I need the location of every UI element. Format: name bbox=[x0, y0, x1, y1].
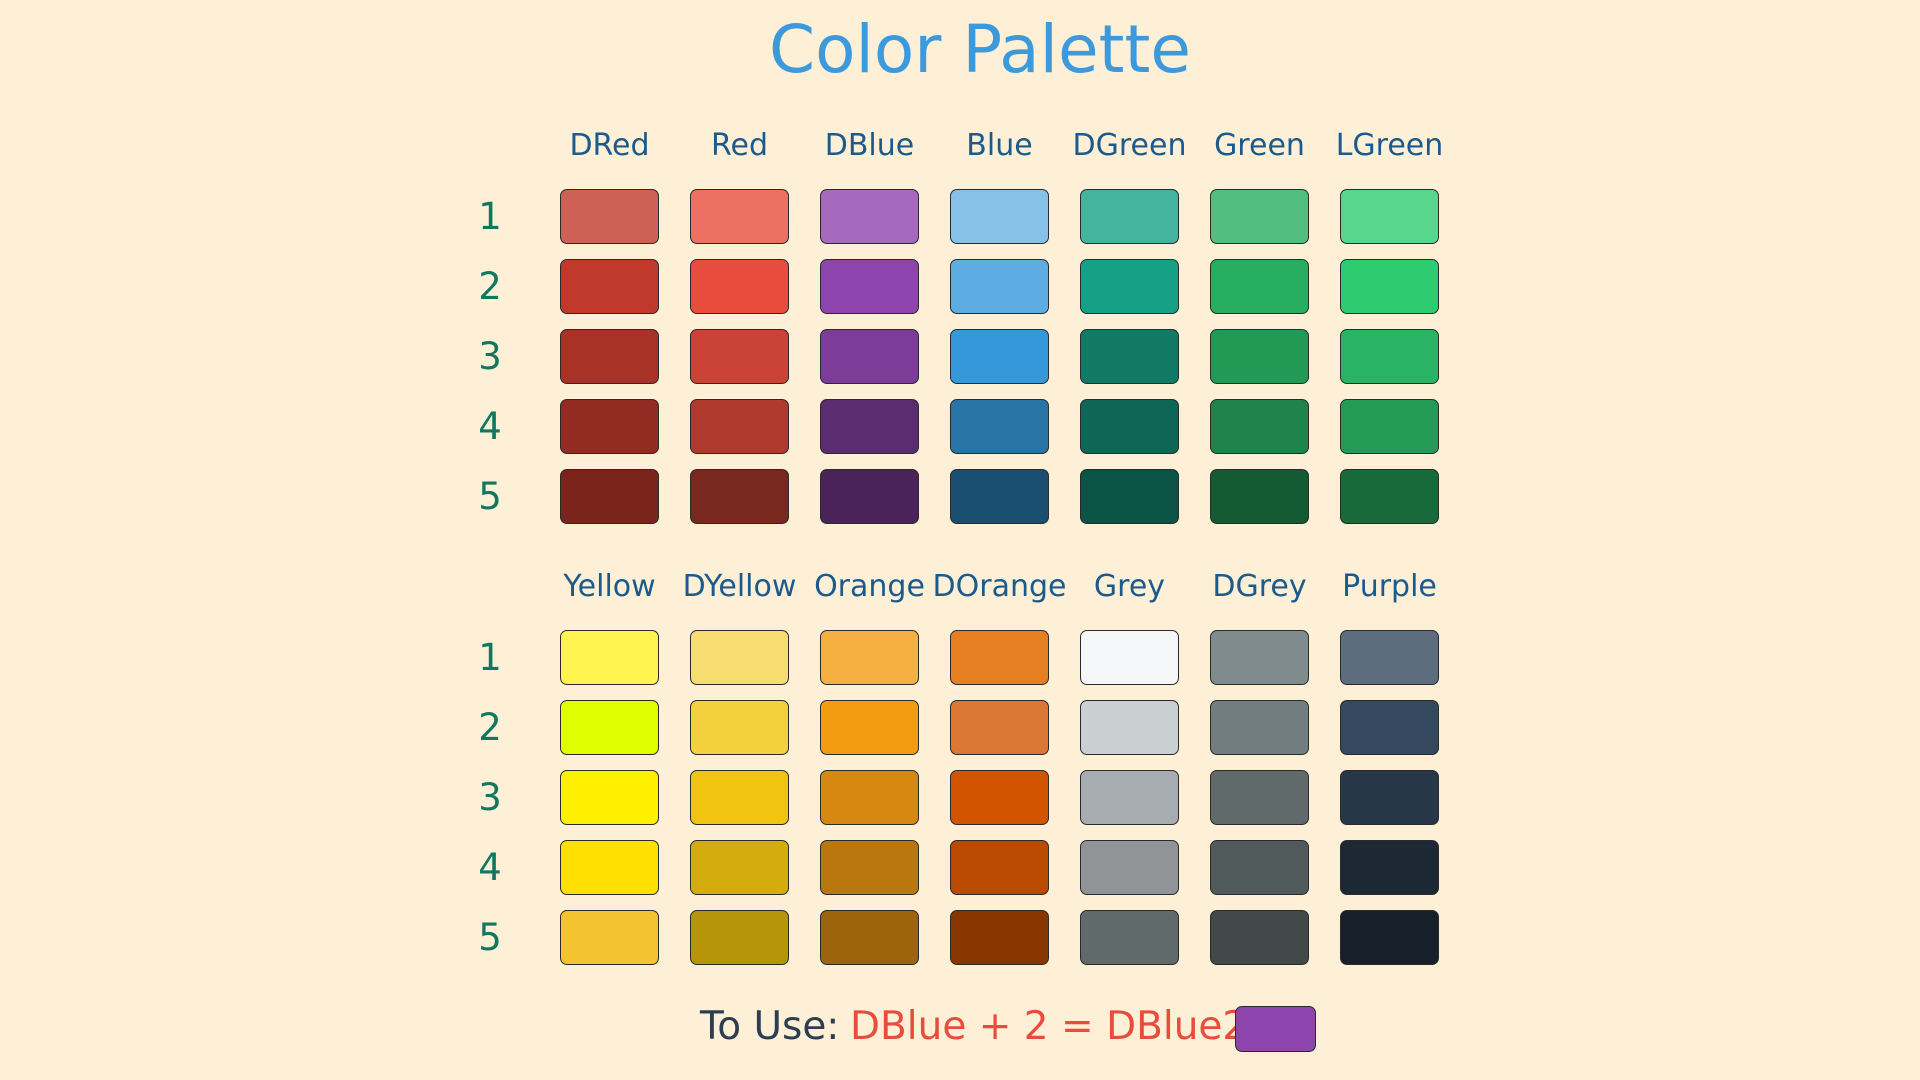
swatch-green-5[interactable] bbox=[1210, 469, 1309, 524]
swatch-dred-4[interactable] bbox=[560, 399, 659, 454]
row-label-2: 2 bbox=[478, 705, 502, 749]
swatch-dred-3[interactable] bbox=[560, 329, 659, 384]
swatch-purple-3[interactable] bbox=[1340, 770, 1439, 825]
swatch-purple-4[interactable] bbox=[1340, 840, 1439, 895]
swatch-purple-2[interactable] bbox=[1340, 700, 1439, 755]
column-header-yellow: Yellow bbox=[563, 569, 656, 604]
swatch-lgreen-5[interactable] bbox=[1340, 469, 1439, 524]
column-header-dyellow: DYellow bbox=[682, 569, 797, 604]
swatch-orange-4[interactable] bbox=[820, 840, 919, 895]
swatch-grey-5[interactable] bbox=[1080, 910, 1179, 965]
column-header-purple: Purple bbox=[1342, 569, 1437, 604]
swatch-red-5[interactable] bbox=[690, 469, 789, 524]
column-header-red: Red bbox=[711, 128, 768, 163]
column-header-blue: Blue bbox=[966, 128, 1033, 163]
column-header-lgreen: LGreen bbox=[1335, 128, 1444, 163]
swatch-dblue-3[interactable] bbox=[820, 329, 919, 384]
usage-expression: DBlue + 2 = DBlue2 bbox=[850, 1004, 1248, 1049]
swatch-dgrey-1[interactable] bbox=[1210, 630, 1309, 685]
swatch-dorange-5[interactable] bbox=[950, 910, 1049, 965]
swatch-green-3[interactable] bbox=[1210, 329, 1309, 384]
swatch-purple-1[interactable] bbox=[1340, 630, 1439, 685]
swatch-green-2[interactable] bbox=[1210, 259, 1309, 314]
usage-label: To Use: bbox=[700, 1004, 840, 1049]
row-label-1: 1 bbox=[478, 635, 502, 679]
swatch-dblue-2[interactable] bbox=[820, 259, 919, 314]
swatch-orange-2[interactable] bbox=[820, 700, 919, 755]
swatch-yellow-2[interactable] bbox=[560, 700, 659, 755]
swatch-grey-4[interactable] bbox=[1080, 840, 1179, 895]
swatch-red-4[interactable] bbox=[690, 399, 789, 454]
row-label-4: 4 bbox=[478, 404, 502, 448]
swatch-green-4[interactable] bbox=[1210, 399, 1309, 454]
swatch-dyellow-2[interactable] bbox=[690, 700, 789, 755]
swatch-red-2[interactable] bbox=[690, 259, 789, 314]
column-header-dblue: DBlue bbox=[824, 128, 915, 163]
swatch-blue-1[interactable] bbox=[950, 189, 1049, 244]
swatch-grey-2[interactable] bbox=[1080, 700, 1179, 755]
swatch-dgreen-4[interactable] bbox=[1080, 399, 1179, 454]
swatch-dgrey-3[interactable] bbox=[1210, 770, 1309, 825]
swatch-red-3[interactable] bbox=[690, 329, 789, 384]
swatch-orange-5[interactable] bbox=[820, 910, 919, 965]
swatch-dred-2[interactable] bbox=[560, 259, 659, 314]
swatch-blue-3[interactable] bbox=[950, 329, 1049, 384]
row-label-2: 2 bbox=[478, 264, 502, 308]
column-header-dorange: DOrange bbox=[932, 569, 1067, 604]
swatch-dyellow-5[interactable] bbox=[690, 910, 789, 965]
swatch-blue-2[interactable] bbox=[950, 259, 1049, 314]
swatch-dgreen-5[interactable] bbox=[1080, 469, 1179, 524]
swatch-yellow-4[interactable] bbox=[560, 840, 659, 895]
swatch-dred-5[interactable] bbox=[560, 469, 659, 524]
swatch-green-1[interactable] bbox=[1210, 189, 1309, 244]
column-header-grey: Grey bbox=[1093, 569, 1166, 604]
swatch-dyellow-4[interactable] bbox=[690, 840, 789, 895]
swatch-dorange-4[interactable] bbox=[950, 840, 1049, 895]
row-label-1: 1 bbox=[478, 194, 502, 238]
swatch-dgreen-1[interactable] bbox=[1080, 189, 1179, 244]
swatch-yellow-3[interactable] bbox=[560, 770, 659, 825]
swatch-dyellow-3[interactable] bbox=[690, 770, 789, 825]
column-header-orange: Orange bbox=[814, 569, 925, 604]
swatch-dred-1[interactable] bbox=[560, 189, 659, 244]
column-header-dgreen: DGreen bbox=[1072, 128, 1187, 163]
page-title: Color Palette bbox=[769, 11, 1191, 88]
swatch-dgreen-3[interactable] bbox=[1080, 329, 1179, 384]
column-header-green: Green bbox=[1214, 128, 1305, 163]
swatch-dgrey-5[interactable] bbox=[1210, 910, 1309, 965]
swatch-lgreen-4[interactable] bbox=[1340, 399, 1439, 454]
swatch-dyellow-1[interactable] bbox=[690, 630, 789, 685]
swatch-grey-1[interactable] bbox=[1080, 630, 1179, 685]
swatch-dorange-3[interactable] bbox=[950, 770, 1049, 825]
column-header-dgrey: DGrey bbox=[1212, 569, 1307, 604]
swatch-yellow-1[interactable] bbox=[560, 630, 659, 685]
swatch-dorange-1[interactable] bbox=[950, 630, 1049, 685]
column-header-dred: DRed bbox=[569, 128, 650, 163]
swatch-dblue-5[interactable] bbox=[820, 469, 919, 524]
swatch-grey-3[interactable] bbox=[1080, 770, 1179, 825]
swatch-lgreen-2[interactable] bbox=[1340, 259, 1439, 314]
swatch-lgreen-3[interactable] bbox=[1340, 329, 1439, 384]
swatch-dgrey-2[interactable] bbox=[1210, 700, 1309, 755]
swatch-blue-5[interactable] bbox=[950, 469, 1049, 524]
swatch-yellow-5[interactable] bbox=[560, 910, 659, 965]
swatch-dblue-1[interactable] bbox=[820, 189, 919, 244]
swatch-dgreen-2[interactable] bbox=[1080, 259, 1179, 314]
row-label-5: 5 bbox=[478, 915, 502, 959]
row-label-3: 3 bbox=[478, 334, 502, 378]
row-label-5: 5 bbox=[478, 474, 502, 518]
swatch-dorange-2[interactable] bbox=[950, 700, 1049, 755]
swatch-purple-5[interactable] bbox=[1340, 910, 1439, 965]
swatch-orange-3[interactable] bbox=[820, 770, 919, 825]
swatch-blue-4[interactable] bbox=[950, 399, 1049, 454]
swatch-lgreen-1[interactable] bbox=[1340, 189, 1439, 244]
swatch-dgrey-4[interactable] bbox=[1210, 840, 1309, 895]
usage-example-swatch bbox=[1235, 1006, 1316, 1052]
row-label-4: 4 bbox=[478, 845, 502, 889]
swatch-orange-1[interactable] bbox=[820, 630, 919, 685]
row-label-3: 3 bbox=[478, 775, 502, 819]
swatch-red-1[interactable] bbox=[690, 189, 789, 244]
swatch-dblue-4[interactable] bbox=[820, 399, 919, 454]
